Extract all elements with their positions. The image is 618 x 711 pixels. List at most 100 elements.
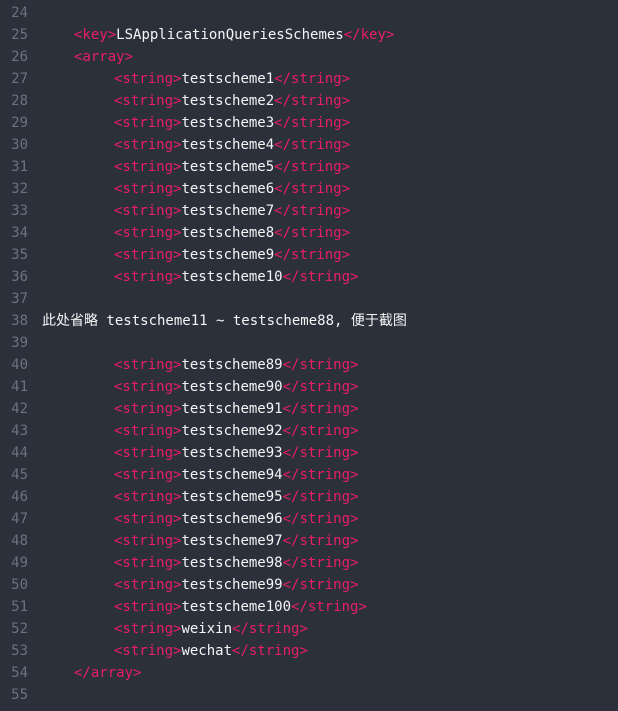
xml-tag: </string> xyxy=(283,511,359,527)
xml-tag: </string> xyxy=(274,93,350,109)
code-line: <string>testscheme1</string> xyxy=(42,68,618,90)
line-number: 31 xyxy=(8,156,28,178)
line-number: 38 xyxy=(8,310,28,332)
xml-tag: <array> xyxy=(74,49,133,65)
xml-tag: <string> xyxy=(114,181,181,197)
code-line: <string>testscheme3</string> xyxy=(42,112,618,134)
xml-text: testscheme96 xyxy=(181,511,282,527)
xml-tag: <string> xyxy=(114,137,181,153)
line-number: 39 xyxy=(8,332,28,354)
code-line: 此处省略 testscheme11 ~ testscheme88, 便于截图 xyxy=(42,310,618,332)
code-line: <string>testscheme96</string> xyxy=(42,508,618,530)
xml-tag: </string> xyxy=(274,71,350,87)
code-line: <string>testscheme92</string> xyxy=(42,420,618,442)
xml-tag: <string> xyxy=(114,511,181,527)
xml-tag: <string> xyxy=(114,533,181,549)
line-number: 34 xyxy=(8,222,28,244)
xml-tag: </string> xyxy=(283,489,359,505)
xml-tag: <string> xyxy=(114,489,181,505)
xml-tag: <string> xyxy=(114,401,181,417)
code-line: <string>testscheme93</string> xyxy=(42,442,618,464)
xml-tag: <string> xyxy=(114,71,181,87)
xml-tag: <string> xyxy=(114,93,181,109)
code-line: <string>testscheme99</string> xyxy=(42,574,618,596)
xml-tag: <string> xyxy=(114,357,181,373)
line-number: 41 xyxy=(8,376,28,398)
line-number: 36 xyxy=(8,266,28,288)
xml-tag: </string> xyxy=(283,401,359,417)
xml-text: testscheme9 xyxy=(181,247,274,263)
xml-tag: </string> xyxy=(274,115,350,131)
xml-text: testscheme91 xyxy=(181,401,282,417)
line-number: 35 xyxy=(8,244,28,266)
line-number: 55 xyxy=(8,684,28,706)
xml-text: testscheme2 xyxy=(181,93,274,109)
xml-tag: <string> xyxy=(114,203,181,219)
xml-tag: </key> xyxy=(344,27,395,43)
xml-tag: </string> xyxy=(291,599,367,615)
code-line: <array> xyxy=(42,46,618,68)
xml-tag: <string> xyxy=(114,225,181,241)
xml-tag: </string> xyxy=(283,533,359,549)
line-number: 51 xyxy=(8,596,28,618)
code-line: <string>testscheme6</string> xyxy=(42,178,618,200)
code-line: <string>testscheme90</string> xyxy=(42,376,618,398)
line-number: 26 xyxy=(8,46,28,68)
xml-tag: </string> xyxy=(274,159,350,175)
line-number: 44 xyxy=(8,442,28,464)
code-line: </array> xyxy=(42,662,618,684)
line-number: 47 xyxy=(8,508,28,530)
xml-tag: </string> xyxy=(283,379,359,395)
xml-text: testscheme5 xyxy=(181,159,274,175)
code-line: <string>testscheme10</string> xyxy=(42,266,618,288)
xml-text: testscheme95 xyxy=(181,489,282,505)
line-number: 37 xyxy=(8,288,28,310)
line-number-gutter: 2425262728293031323334353637383940414243… xyxy=(0,0,38,711)
xml-tag: <string> xyxy=(114,379,181,395)
xml-text: wechat xyxy=(181,643,232,659)
xml-text: testscheme98 xyxy=(181,555,282,571)
xml-text: testscheme94 xyxy=(181,467,282,483)
xml-tag: <string> xyxy=(114,577,181,593)
xml-text: testscheme90 xyxy=(181,379,282,395)
xml-text: testscheme100 xyxy=(181,599,291,615)
line-number: 52 xyxy=(8,618,28,640)
line-number: 43 xyxy=(8,420,28,442)
xml-tag: </string> xyxy=(232,621,308,637)
xml-text: testscheme8 xyxy=(181,225,274,241)
xml-tag: </string> xyxy=(283,445,359,461)
xml-tag: </string> xyxy=(283,423,359,439)
line-number: 46 xyxy=(8,486,28,508)
xml-text: testscheme93 xyxy=(181,445,282,461)
xml-tag: </string> xyxy=(283,357,359,373)
xml-tag: <string> xyxy=(114,445,181,461)
line-number: 33 xyxy=(8,200,28,222)
xml-tag: </string> xyxy=(274,181,350,197)
line-number: 32 xyxy=(8,178,28,200)
xml-tag: <string> xyxy=(114,599,181,615)
code-line: <string>testscheme98</string> xyxy=(42,552,618,574)
comment-text: 此处省略 testscheme11 ~ testscheme88, 便于截图 xyxy=(42,313,407,329)
code-line: <key>LSApplicationQueriesSchemes</key> xyxy=(42,24,618,46)
code-line xyxy=(42,684,618,706)
xml-text: testscheme4 xyxy=(181,137,274,153)
xml-tag: </string> xyxy=(274,247,350,263)
code-line: <string>testscheme5</string> xyxy=(42,156,618,178)
xml-text: LSApplicationQueriesSchemes xyxy=(116,27,344,43)
xml-tag: <string> xyxy=(114,423,181,439)
code-line: <string>wechat</string> xyxy=(42,640,618,662)
code-line: <string>testscheme4</string> xyxy=(42,134,618,156)
xml-tag: </string> xyxy=(274,137,350,153)
xml-tag: </string> xyxy=(232,643,308,659)
xml-tag: <string> xyxy=(114,621,181,637)
line-number: 40 xyxy=(8,354,28,376)
xml-tag: <string> xyxy=(114,555,181,571)
line-number: 24 xyxy=(8,2,28,24)
code-line: <string>testscheme95</string> xyxy=(42,486,618,508)
line-number: 50 xyxy=(8,574,28,596)
line-number: 28 xyxy=(8,90,28,112)
xml-tag: <string> xyxy=(114,467,181,483)
line-number: 42 xyxy=(8,398,28,420)
xml-tag: </string> xyxy=(283,555,359,571)
line-number: 29 xyxy=(8,112,28,134)
